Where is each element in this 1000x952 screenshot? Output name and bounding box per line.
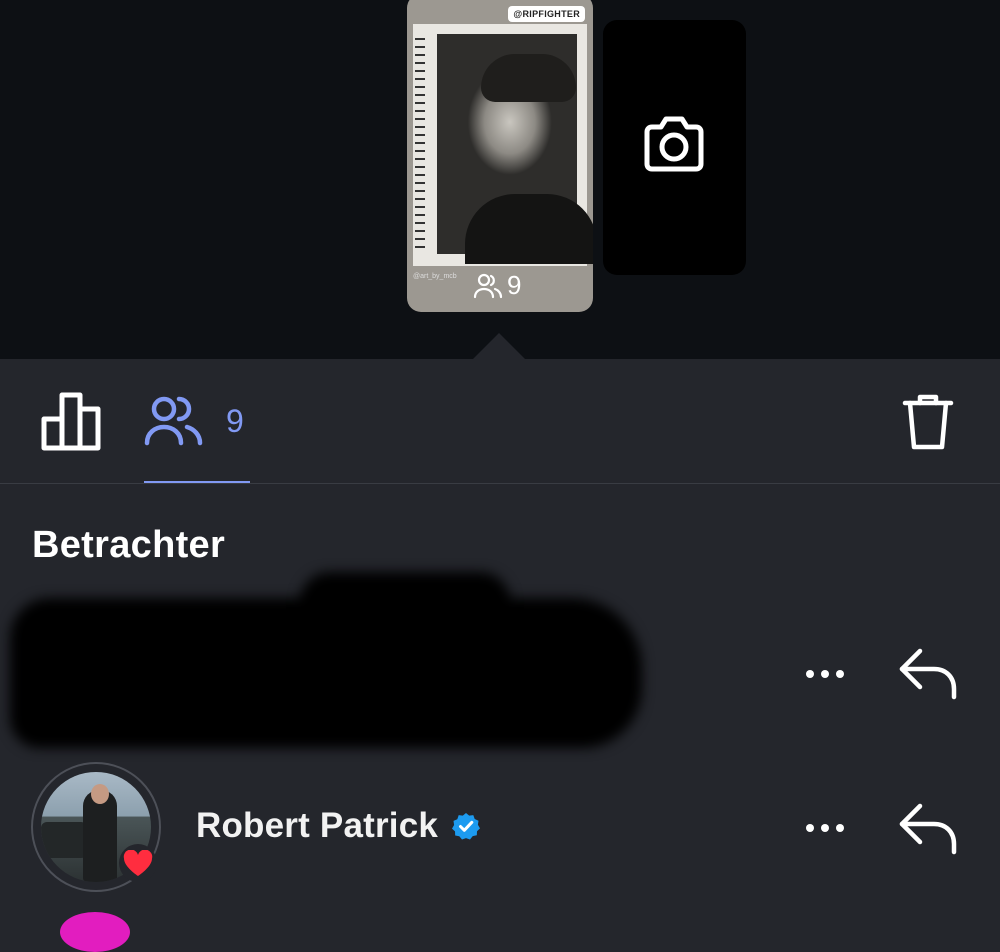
viewers-icon [144, 396, 203, 446]
story-viewer-count: 9 [473, 270, 521, 301]
avatar-truck [41, 822, 87, 858]
verified-badge [452, 812, 480, 845]
viewer-reply-button[interactable] [898, 800, 958, 861]
reply-icon [899, 648, 957, 700]
verified-icon [452, 813, 480, 840]
add-story-card[interactable] [603, 20, 746, 275]
tab-viewers[interactable]: 9 [144, 359, 250, 483]
like-badge [119, 844, 157, 882]
viewers-section-title: Betrachter [32, 524, 226, 566]
redacted-viewer-name [300, 572, 510, 632]
viewers-icon [473, 273, 503, 298]
trash-icon [902, 394, 954, 450]
more-icon [806, 824, 844, 832]
story-viewer-count-value: 9 [507, 270, 522, 300]
sketchbook-rings [415, 38, 425, 248]
viewer-more-button[interactable] [802, 817, 848, 844]
viewer-avatar[interactable] [31, 762, 161, 892]
portrait-drawing [437, 34, 593, 264]
next-viewer-avatar[interactable] [60, 912, 130, 952]
story-image [413, 24, 593, 266]
artist-watermark: @art_by_mcb [413, 273, 457, 280]
portrait-hair [481, 54, 576, 102]
mention-sticker[interactable]: @RIPFIGHTER [508, 6, 585, 22]
delete-story-button[interactable] [902, 393, 954, 456]
tab-statistics[interactable] [40, 391, 102, 456]
portrait-shirt [465, 194, 593, 264]
story-insights-tabs: 9 [0, 359, 1000, 484]
camera-icon [644, 116, 704, 172]
viewer-more-button[interactable] [802, 663, 848, 690]
story-preview-strip: @RIPFIGHTER @art_by_mcb 9 [0, 0, 1000, 359]
heart-icon [123, 849, 153, 876]
viewer-reply-button[interactable] [898, 645, 958, 706]
viewers-tab-count: 9 [226, 403, 244, 439]
reply-icon [899, 803, 957, 855]
more-icon [806, 670, 844, 678]
stats-icon [41, 392, 101, 451]
selection-pointer [473, 333, 525, 359]
avatar-face [91, 784, 109, 804]
viewer-name[interactable]: Robert Patrick [196, 806, 438, 846]
story-thumbnail[interactable]: @RIPFIGHTER @art_by_mcb 9 [407, 0, 593, 312]
